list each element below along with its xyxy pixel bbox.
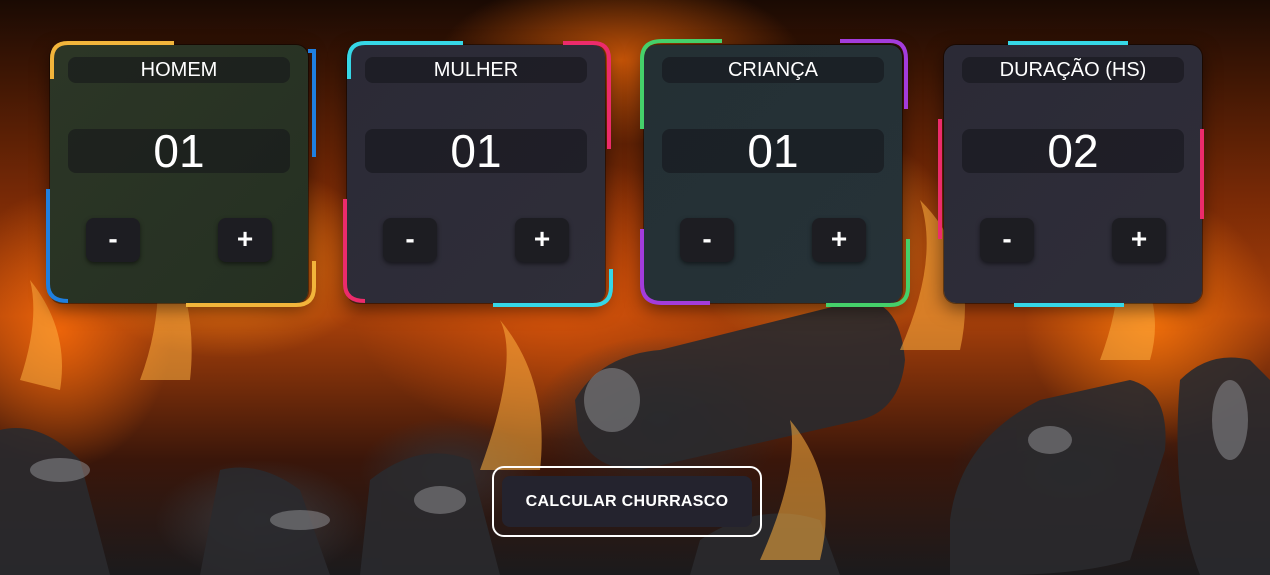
card-crianca: CRIANÇA 01 - + bbox=[640, 39, 910, 307]
card-title: HOMEM bbox=[68, 57, 290, 83]
calculate-button-frame: CALCULAR CHURRASCO bbox=[492, 466, 762, 537]
decrement-button[interactable]: - bbox=[383, 218, 437, 262]
card-homem: HOMEM 01 - + bbox=[46, 41, 316, 307]
increment-button[interactable]: + bbox=[515, 218, 569, 262]
counter-value: 02 bbox=[962, 128, 1184, 174]
increment-button[interactable]: + bbox=[218, 218, 272, 262]
decrement-button[interactable]: - bbox=[680, 218, 734, 262]
decrement-button[interactable]: - bbox=[86, 218, 140, 262]
counter-value: 01 bbox=[662, 128, 884, 174]
increment-button[interactable]: + bbox=[812, 218, 866, 262]
decrement-button[interactable]: - bbox=[980, 218, 1034, 262]
card-duracao: DURAÇÃO (HS) 02 - + bbox=[938, 41, 1204, 307]
counter-value: 01 bbox=[68, 128, 290, 174]
increment-button[interactable]: + bbox=[1112, 218, 1166, 262]
card-title: MULHER bbox=[365, 57, 587, 83]
card-title: CRIANÇA bbox=[662, 57, 884, 83]
card-title: DURAÇÃO (HS) bbox=[962, 57, 1184, 83]
calculate-button[interactable]: CALCULAR CHURRASCO bbox=[502, 476, 752, 527]
card-mulher: MULHER 01 - + bbox=[343, 41, 613, 307]
counter-value: 01 bbox=[365, 128, 587, 174]
